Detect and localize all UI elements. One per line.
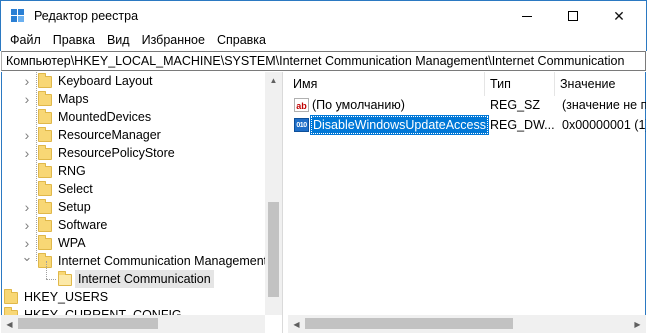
menu-view[interactable]: Вид [101, 31, 136, 51]
tree-item-label: RNG [58, 164, 86, 178]
menu-file[interactable]: Файл [4, 31, 47, 51]
folder-open-icon [58, 271, 72, 286]
tree-item-label: Internet Communication Management [58, 254, 268, 268]
scroll-right-icon[interactable]: ▶ [629, 315, 646, 333]
chevron-right-icon[interactable]: › [22, 72, 32, 90]
value-data: (значение не п [562, 98, 646, 112]
tree-guide-line [46, 279, 56, 280]
value-list: Имя Тип Значение ab (По умолчанию) REG_S… [288, 72, 646, 333]
minimize-button[interactable] [504, 1, 550, 31]
chevron-right-icon[interactable]: › [22, 144, 32, 162]
tree-item-label: ResourceManager [58, 128, 161, 142]
tree-item-label: ResourcePolicyStore [58, 146, 175, 160]
tree-item[interactable]: › Maps [2, 90, 266, 108]
menu-bar: Файл Правка Вид Избранное Справка [0, 31, 647, 51]
folder-icon [4, 289, 18, 304]
maximize-icon [568, 11, 578, 21]
registry-editor-icon [11, 9, 25, 23]
folder-icon [38, 163, 52, 178]
tree-item-label: Maps [58, 92, 89, 106]
title-bar: Редактор реестра ✕ [0, 0, 647, 31]
folder-icon [38, 73, 52, 88]
folder-icon [38, 145, 52, 160]
tree-item[interactable]: ›HKEY_USERS [2, 288, 266, 306]
folder-icon [38, 235, 52, 250]
menu-help[interactable]: Справка [211, 31, 272, 51]
chevron-right-icon[interactable]: › [22, 90, 32, 108]
column-header-value[interactable]: Значение [555, 72, 646, 96]
tree-item-label: Setup [58, 200, 91, 214]
folder-icon [38, 199, 52, 214]
list-hscroll-thumb[interactable] [305, 318, 513, 329]
value-name: (По умолчанию) [312, 98, 405, 112]
folder-icon [38, 217, 52, 232]
tree-item[interactable]: › ResourcePolicyStore [2, 144, 266, 162]
tree-item[interactable]: Internet Communication [2, 261, 266, 288]
tree-item-label: Select [58, 182, 93, 196]
chevron-right-icon[interactable]: › [22, 126, 32, 144]
close-icon: ✕ [613, 7, 625, 24]
tree-item-label: HKEY_USERS [24, 290, 109, 304]
scroll-left-icon[interactable]: ◀ [1, 315, 18, 333]
tree-item-label: WPA [58, 236, 86, 250]
key-tree: › Keyboard Layout › Maps MountedDevices › Reso… [1, 72, 282, 333]
tree-item-label: Keyboard Layout [58, 74, 153, 88]
close-button[interactable]: ✕ [596, 1, 642, 31]
folder-icon [38, 253, 52, 268]
tree-item[interactable]: › Software [2, 216, 266, 234]
tree-item[interactable]: › ResourceManager [2, 126, 266, 144]
value-row-disable-windows-update-access[interactable]: 010 DisableWindowsUpdateAccess REG_DW...… [288, 115, 646, 135]
minimize-icon [522, 15, 532, 17]
maximize-button[interactable] [550, 1, 596, 31]
value-name: DisableWindowsUpdateAccess [310, 115, 489, 135]
tree-hscroll-thumb[interactable] [18, 318, 158, 329]
string-value-icon: ab [294, 98, 309, 112]
folder-icon [38, 181, 52, 196]
scroll-up-icon[interactable]: ▲ [265, 72, 282, 89]
window-title: Редактор реестра [34, 9, 139, 23]
chevron-right-icon[interactable]: › [22, 198, 32, 216]
chevron-right-icon[interactable]: › [22, 216, 32, 234]
chevron-down-icon[interactable]: ⌄ [22, 248, 33, 266]
tree-item[interactable]: RNG [2, 162, 266, 180]
tree-item[interactable]: › Keyboard Layout [2, 72, 266, 90]
address-bar[interactable]: Компьютер\HKEY_LOCAL_MACHINE\SYSTEM\Inte… [1, 51, 646, 71]
list-horizontal-scrollbar[interactable]: ◀ ▶ [288, 315, 646, 333]
tree-guide-line [46, 261, 47, 279]
folder-icon [38, 127, 52, 142]
tree-item-label: Software [58, 218, 108, 232]
value-type: REG_SZ [490, 98, 541, 112]
folder-icon [38, 91, 52, 106]
value-type: REG_DW... [490, 118, 555, 132]
menu-favorites[interactable]: Избранное [136, 31, 211, 51]
scroll-left-icon[interactable]: ◀ [288, 315, 305, 333]
tree-vertical-scrollbar[interactable]: ▲ [265, 72, 282, 315]
value-data: 0x00000001 (1) [562, 118, 646, 132]
tree-item[interactable]: ⌄ Internet Communication Management [2, 249, 267, 270]
tree-item[interactable]: MountedDevices [2, 108, 266, 126]
tree-item[interactable]: › WPA [2, 234, 266, 252]
tree-item-label: Internet Communication [75, 270, 214, 288]
tree-scroll-thumb[interactable] [268, 202, 279, 297]
menu-edit[interactable]: Правка [47, 31, 101, 51]
column-header-name[interactable]: Имя [288, 72, 485, 96]
tree-horizontal-scrollbar[interactable]: ◀ [1, 315, 265, 333]
tree-item[interactable]: › Setup [2, 198, 266, 216]
value-row-default[interactable]: ab (По умолчанию) REG_SZ (значение не п [288, 95, 646, 115]
tree-item-label: MountedDevices [58, 110, 152, 124]
column-header-type[interactable]: Тип [485, 72, 555, 96]
folder-icon [38, 109, 52, 124]
binary-value-icon: 010 [294, 118, 309, 132]
tree-item[interactable]: Select [2, 180, 266, 198]
